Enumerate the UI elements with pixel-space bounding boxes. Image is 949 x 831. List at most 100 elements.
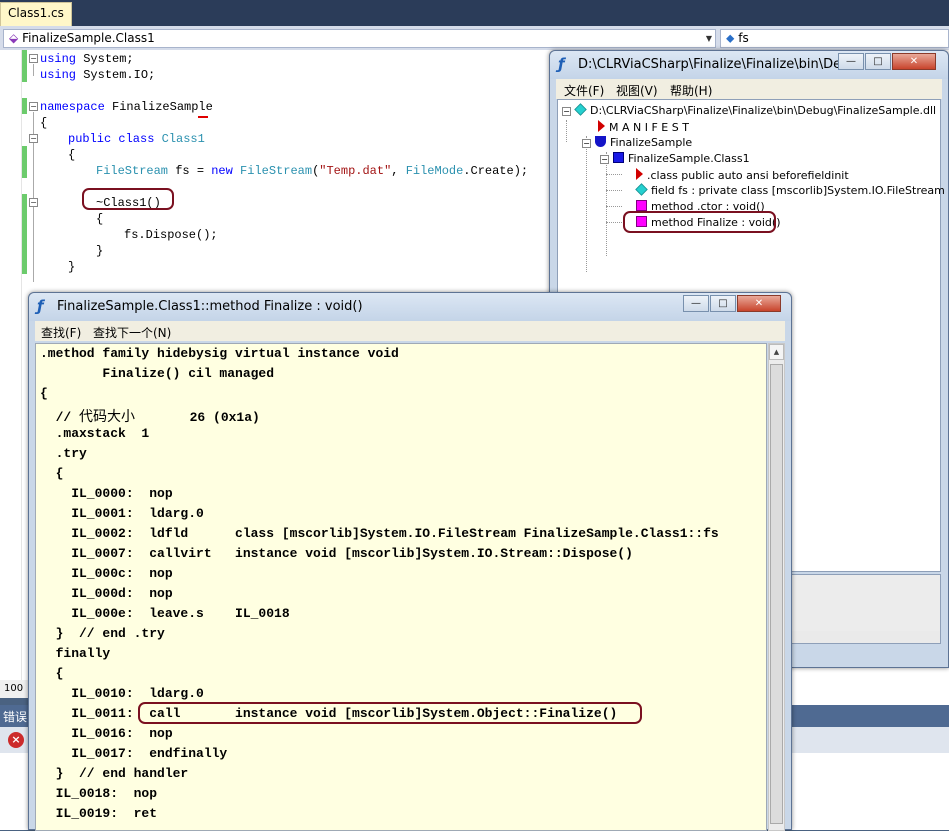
keyword: using [40,52,77,66]
type-dropdown[interactable]: ⬙ FinalizeSample.Class1 ▼ [3,29,716,48]
menu-help[interactable]: 帮助(H) [670,82,712,99]
collapse-icon[interactable]: − [29,198,38,207]
fold-guide [33,64,34,76]
title-bar[interactable]: ƒ D:\CLRViaCSharp\Finalize\Finalize\bin\… [550,51,948,79]
il-line: IL_0019: ret [40,806,158,821]
string-literal: "Temp.dat" [319,164,392,178]
maximize-button[interactable]: □ [865,53,891,70]
comment-text: 代码大小 [79,409,136,425]
close-button[interactable]: ✕ [737,295,781,312]
tree-node-label: FinalizeSample [610,136,693,149]
change-bar [22,146,27,178]
il-line: IL_000e: leave.s IL_0018 [40,606,290,621]
keyword: new [211,164,233,178]
error-list [0,753,30,830]
annotation-oval-base-finalize-call [138,702,642,724]
il-line: IL_0001: ldarg.0 [40,506,204,521]
comment-prefix: // [40,410,80,425]
tree-line [586,136,587,272]
window-title: FinalizeSample.Class1::method Finalize :… [57,299,363,314]
code-line: } [96,244,104,258]
error-icon[interactable]: × [8,732,24,748]
scroll-thumb[interactable] [770,364,783,824]
class-icon: ⬙ [9,31,19,45]
tree-node-label: D:\CLRViaCSharp\Finalize\Finalize\bin\De… [590,104,937,117]
tab-label: Class1.cs [8,6,64,20]
member-dropdown[interactable]: ⬥ fs [720,29,949,48]
tab-class1-cs[interactable]: Class1.cs [0,2,72,26]
tree-node-manifest[interactable]: M A N I F E S T [598,120,689,134]
code-text: System; [76,52,134,66]
tree-line [566,120,567,142]
field-icon [635,183,648,196]
scroll-up-arrow-icon[interactable]: ▲ [769,344,784,360]
menu-view[interactable]: 视图(V) [616,82,658,99]
il-line: IL_0016: nop [40,726,173,741]
annotation-oval-finalize-node [623,211,776,233]
tree-node-assembly[interactable]: − D:\CLRViaCSharp\Finalize\Finalize\bin\D… [562,103,937,117]
type-name: FileMode [405,164,464,178]
collapse-icon[interactable]: − [562,107,571,116]
change-bar [22,194,27,274]
il-line: } // end handler [40,766,189,781]
tree-node-class-decl[interactable]: .class public auto ansi beforefieldinit [636,168,849,182]
tree-node-label: M A N I F E S T [609,121,689,134]
il-line: Finalize() cil managed [40,366,275,381]
minimize-button[interactable]: — [683,295,709,312]
tree-line [606,222,622,223]
code-line: FileStream fs = new FileStream("Temp.dat… [96,164,528,178]
collapse-icon[interactable]: − [29,134,38,143]
menu-find-next[interactable]: 查找下一个(N) [93,324,171,341]
tree-node-label: .class public auto ansi beforefieldinit [647,169,849,182]
il-line: { [40,386,48,401]
keyword: using [40,68,77,82]
code-line: fs.Dispose(); [124,228,218,242]
collapse-icon[interactable]: − [600,155,609,164]
change-bar [22,50,27,82]
tree-node-namespace[interactable]: − FinalizeSample [582,136,692,149]
menu-bar: 文件(F) 视图(V) 帮助(H) [556,79,942,99]
il-line: IL_0002: ldfld class [mscorlib]System.IO… [40,526,719,541]
tree-node-class[interactable]: − FinalizeSample.Class1 [600,152,750,165]
keyword: public class [68,132,155,146]
tree-line [606,206,622,207]
type-dropdown-value: FinalizeSample.Class1 [22,31,155,45]
zoom-level[interactable]: 100 [0,680,30,698]
il-line: IL_0000: nop [40,486,173,501]
tree-node-field[interactable]: field fs : private class [mscorlib]Syste… [635,183,945,197]
menu-find[interactable]: 查找(F) [41,324,81,341]
il-line: IL_0007: callvirt instance void [mscorli… [40,546,633,561]
navigation-bar: ⬙ FinalizeSample.Class1 ▼ ⬥ fs [0,26,949,50]
chevron-down-icon[interactable]: ▼ [703,30,715,47]
change-bar [22,98,27,114]
tree-node-label: FinalizeSample.Class1 [628,152,750,165]
code-line: { [96,212,104,226]
collapse-icon[interactable]: − [29,102,38,111]
member-dropdown-value: fs [738,31,749,45]
minimize-button[interactable]: — [838,53,864,70]
menu-file[interactable]: 文件(F) [564,82,604,99]
info-pane-gutter [786,575,940,635]
tree-node-label: field fs : private class [mscorlib]Syste… [651,184,945,197]
code-line: using System.IO; [40,68,155,82]
panel-toolbar [790,727,949,753]
maximize-button[interactable]: □ [710,295,736,312]
title-bar[interactable]: ƒ FinalizeSample.Class1::method Finalize… [29,293,791,321]
code-size: 26 (0x1a) [135,410,260,425]
code-line: using System; [40,52,134,66]
il-code-view[interactable]: .method family hidebysig virtual instanc… [35,343,767,831]
ildasm-app-icon: ƒ [37,297,44,315]
il-line: IL_0018: nop [40,786,158,801]
document-tab-strip: Class1.cs [0,0,949,26]
il-line: .method family hidebysig virtual instanc… [40,346,399,361]
close-button[interactable]: ✕ [892,53,936,70]
namespace-icon [595,136,606,147]
il-line: } // end .try [40,626,165,641]
vertical-scrollbar[interactable]: ▲ [768,343,785,831]
collapse-icon[interactable]: − [582,139,591,148]
il-disassembly-window: ƒ FinalizeSample.Class1::method Finalize… [28,292,792,831]
field-icon: ⬥ [726,31,735,45]
collapse-icon[interactable]: − [29,54,38,63]
class-icon [613,152,624,163]
il-line: { [40,466,64,481]
